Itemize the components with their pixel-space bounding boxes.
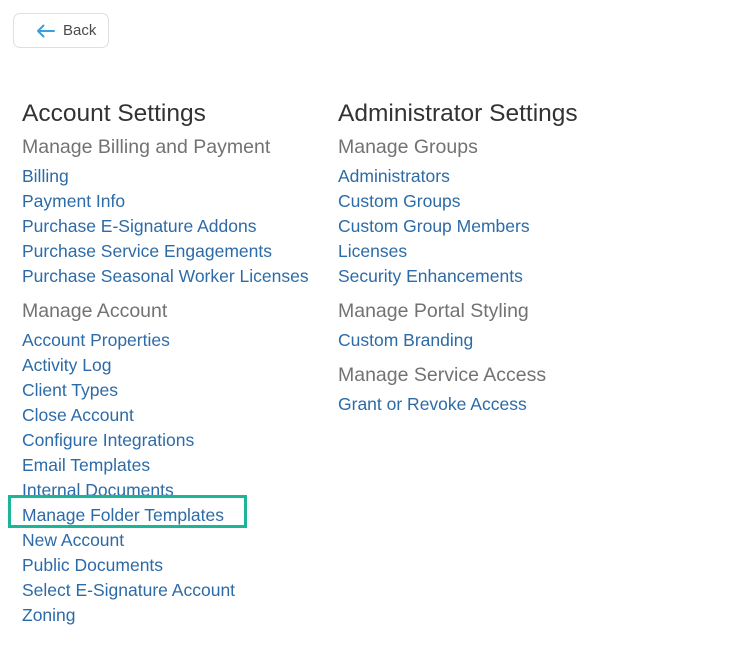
manage-portal-styling-group-title: Manage Portal Styling (338, 300, 529, 322)
link-internal-documents[interactable]: Internal Documents (22, 478, 332, 503)
link-licenses[interactable]: Licenses (338, 239, 738, 264)
link-grant-or-revoke-access[interactable]: Grant or Revoke Access (338, 392, 738, 417)
manage-groups-group-title: Manage Groups (338, 136, 478, 158)
manage-account-group: Manage Account Account Properties Activi… (8, 298, 332, 628)
manage-account-group-title: Manage Account (22, 300, 168, 322)
link-activity-log[interactable]: Activity Log (22, 353, 332, 378)
back-button[interactable]: Back (13, 13, 109, 48)
link-client-types[interactable]: Client Types (22, 378, 332, 403)
account-settings-title: Account Settings (22, 100, 206, 127)
manage-service-access-group: Manage Service Access Grant or Revoke Ac… (338, 362, 738, 417)
link-public-documents[interactable]: Public Documents (22, 553, 332, 578)
administrator-settings-column: Administrator Settings Manage Groups Adm… (338, 98, 738, 426)
link-account-properties[interactable]: Account Properties (22, 328, 332, 353)
link-new-account[interactable]: New Account (22, 528, 332, 553)
billing-payment-group-title: Manage Billing and Payment (22, 136, 271, 158)
manage-service-access-group-title: Manage Service Access (338, 364, 547, 386)
link-configure-integrations[interactable]: Configure Integrations (22, 428, 332, 453)
link-zoning[interactable]: Zoning (22, 603, 332, 628)
link-email-templates[interactable]: Email Templates (22, 453, 332, 478)
link-custom-branding[interactable]: Custom Branding (338, 328, 738, 353)
back-button-label: Back (63, 22, 97, 39)
manage-groups-group: Manage Groups Administrators Custom Grou… (338, 134, 738, 289)
link-custom-groups[interactable]: Custom Groups (338, 189, 738, 214)
link-purchase-seasonal-worker-licenses[interactable]: Purchase Seasonal Worker Licenses (22, 264, 332, 289)
link-close-account[interactable]: Close Account (22, 403, 332, 428)
link-select-esignature-account[interactable]: Select E-Signature Account (22, 578, 332, 603)
link-administrators[interactable]: Administrators (338, 164, 738, 189)
link-security-enhancements[interactable]: Security Enhancements (338, 264, 738, 289)
link-payment-info[interactable]: Payment Info (22, 189, 332, 214)
account-settings-column: Account Settings Manage Billing and Paym… (8, 98, 332, 637)
manage-portal-styling-group: Manage Portal Styling Custom Branding (338, 298, 738, 353)
billing-payment-group: Manage Billing and Payment Billing Payme… (22, 134, 332, 289)
link-purchase-service-engagements[interactable]: Purchase Service Engagements (22, 239, 332, 264)
administrator-settings-title: Administrator Settings (338, 100, 578, 127)
arrow-left-icon (36, 24, 55, 38)
link-manage-folder-templates[interactable]: Manage Folder Templates (8, 495, 332, 528)
link-purchase-esignature-addons[interactable]: Purchase E-Signature Addons (22, 214, 332, 239)
link-billing[interactable]: Billing (22, 164, 332, 189)
link-custom-group-members[interactable]: Custom Group Members (338, 214, 738, 239)
